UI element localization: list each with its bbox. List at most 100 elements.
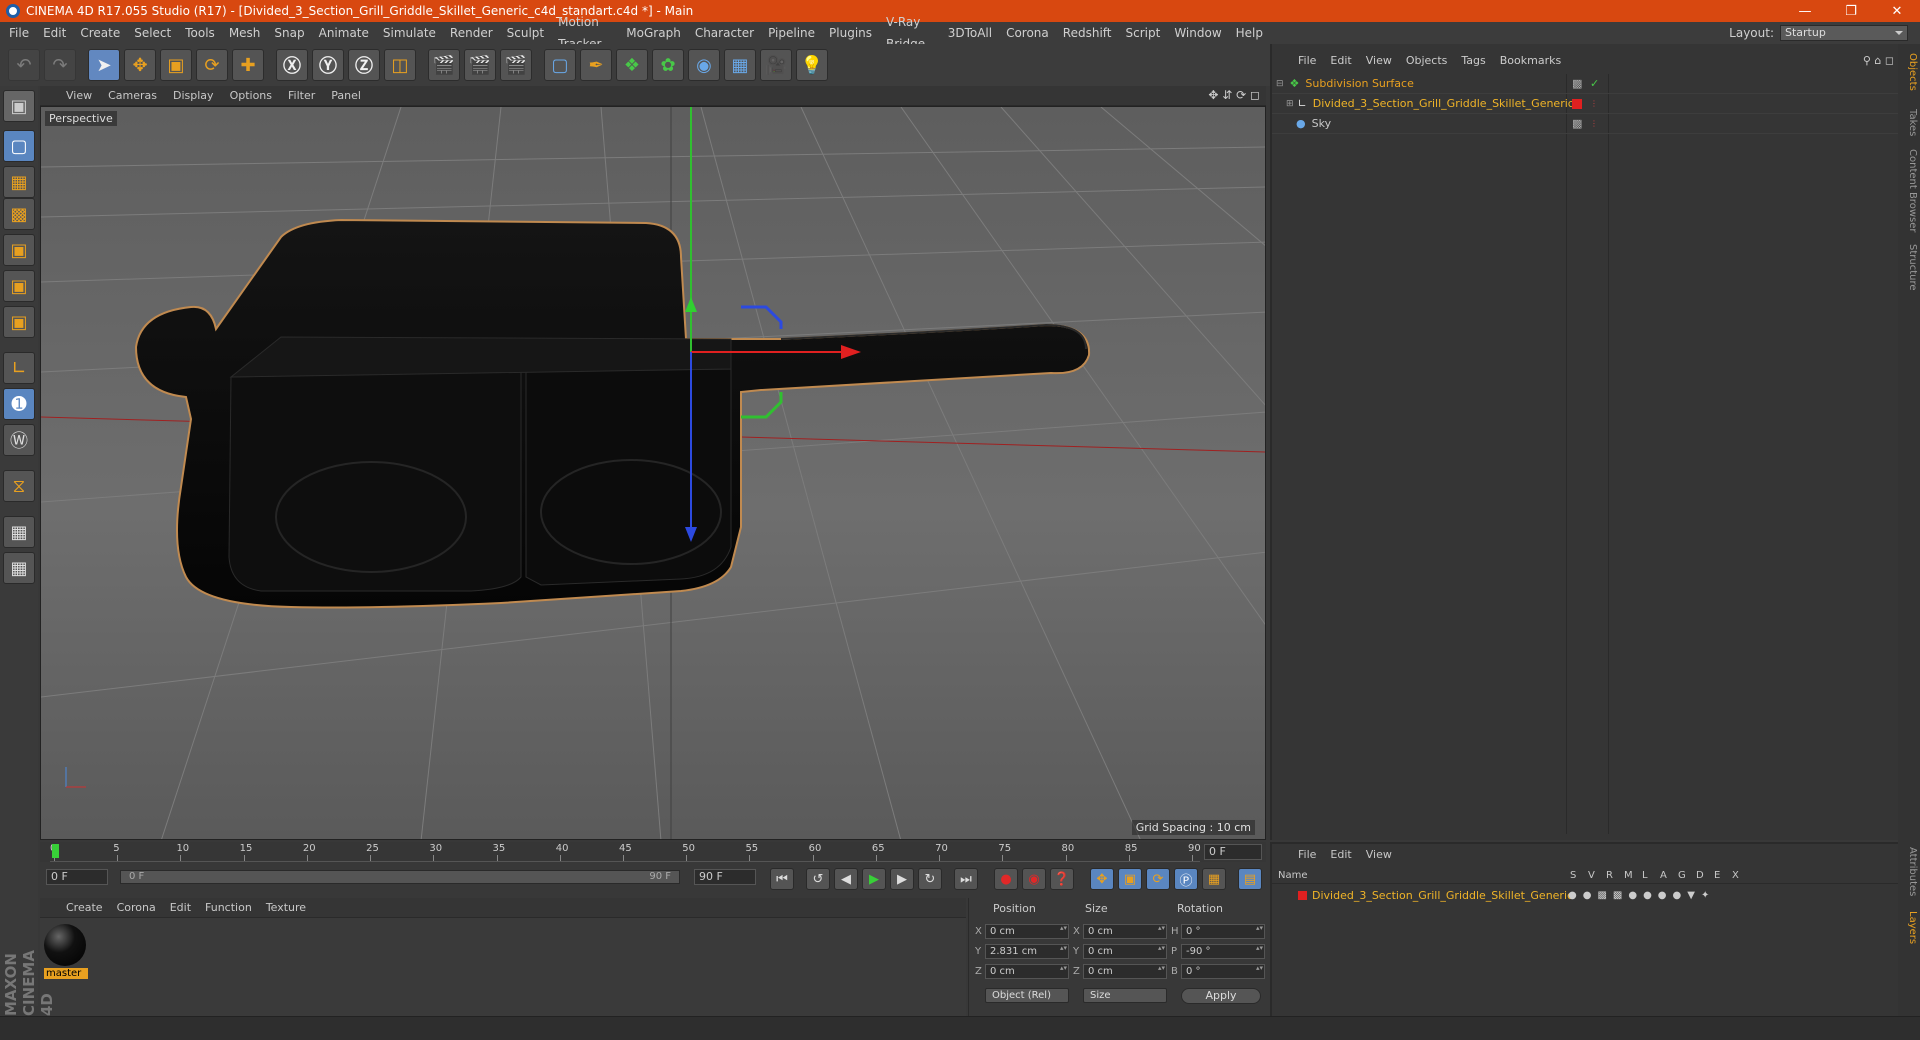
coordinate-system-icon[interactable]: ◫: [384, 49, 416, 81]
layer-col-l[interactable]: L: [1642, 870, 1648, 881]
tweak-mode-icon[interactable]: ➊: [3, 388, 35, 420]
undo-icon[interactable]: ↶: [8, 49, 40, 81]
size-x-field[interactable]: 0 cm: [1083, 924, 1167, 939]
material-menu-create[interactable]: Create: [66, 901, 103, 914]
render-picture-viewer-icon[interactable]: 🎬: [464, 49, 496, 81]
object-row-sky[interactable]: ● Sky ▩ ⋮: [1272, 114, 1900, 134]
tab-attributes[interactable]: Attributes: [1900, 844, 1918, 900]
viewport-menu-cameras[interactable]: Cameras: [108, 89, 157, 102]
menu-create[interactable]: Create: [73, 22, 127, 44]
edit-render-settings-icon[interactable]: 🎬: [500, 49, 532, 81]
menu-tools[interactable]: Tools: [178, 22, 222, 44]
menu-sculpt[interactable]: Sculpt: [500, 22, 551, 44]
menu-file[interactable]: File: [2, 22, 36, 44]
play-icon[interactable]: ▶: [862, 868, 886, 890]
cube-primitive-icon[interactable]: ▢: [544, 49, 576, 81]
x-axis-lock-icon[interactable]: Ⓧ: [276, 49, 308, 81]
layer-menu-edit[interactable]: Edit: [1330, 848, 1351, 861]
goto-start-icon[interactable]: ⏮: [770, 868, 794, 890]
layer-visibility-icon[interactable]: ▩: [1572, 77, 1582, 90]
recent-tool-icon[interactable]: ✚: [232, 49, 264, 81]
menu-animate[interactable]: Animate: [312, 22, 376, 44]
menu-3dtoall[interactable]: 3DToAll: [941, 22, 999, 44]
menu-redshift[interactable]: Redshift: [1056, 22, 1119, 44]
cloner-icon[interactable]: ✿: [652, 49, 684, 81]
viewport-menu-display[interactable]: Display: [173, 89, 214, 102]
viewport-menu-filter[interactable]: Filter: [288, 89, 315, 102]
end-frame-field[interactable]: 90 F: [694, 869, 756, 885]
size-mode-dropdown[interactable]: Size: [1083, 988, 1167, 1003]
floor-environment-icon[interactable]: ▦: [724, 49, 756, 81]
layer-col-s[interactable]: S: [1570, 870, 1576, 881]
coordinate-mode-dropdown[interactable]: Object (Rel): [985, 988, 1069, 1003]
collapse-icon[interactable]: ⊟: [1276, 79, 1284, 89]
layer-color-swatch[interactable]: [1298, 890, 1307, 900]
size-y-field[interactable]: 0 cm: [1083, 944, 1167, 959]
close-icon[interactable]: ✕: [1874, 0, 1920, 22]
key-rotation-icon[interactable]: ⟳: [1146, 868, 1170, 890]
tab-structure[interactable]: Structure: [1900, 242, 1918, 292]
layer-row[interactable]: Divided_3_Section_Grill_Griddle_Skillet_…: [1272, 886, 1898, 904]
model-mode-icon[interactable]: ▢: [3, 130, 35, 162]
current-frame-field[interactable]: 0 F: [1204, 844, 1262, 860]
make-editable-icon[interactable]: ▣: [3, 90, 35, 122]
redo-icon[interactable]: ↷: [44, 49, 76, 81]
record-keys-icon[interactable]: ●: [994, 868, 1018, 890]
pen-spline-icon[interactable]: ✒: [580, 49, 612, 81]
timeline-window-icon[interactable]: ▤: [1238, 868, 1262, 890]
menu-pipeline[interactable]: Pipeline: [761, 22, 822, 44]
layer-col-x[interactable]: X: [1732, 870, 1739, 881]
viewport-menu-options[interactable]: Options: [230, 89, 272, 102]
rotation-p-field[interactable]: -90 °: [1181, 944, 1265, 959]
tab-objects[interactable]: Objects: [1900, 52, 1918, 92]
layer-col-v[interactable]: V: [1588, 870, 1595, 881]
timeline-ruler[interactable]: 051015202530354045505560657075808590 0 F: [40, 842, 1266, 862]
object-menu-view[interactable]: View: [1366, 54, 1392, 67]
menu-corona[interactable]: Corona: [999, 22, 1056, 44]
next-key-icon[interactable]: ↻: [918, 868, 942, 890]
layer-col-g[interactable]: G: [1678, 870, 1686, 881]
magnet-icon[interactable]: ⧖: [3, 470, 35, 502]
rotation-b-field[interactable]: 0 °: [1181, 964, 1265, 979]
menu-mesh[interactable]: Mesh: [222, 22, 268, 44]
frame-range-slider[interactable]: 0 F 90 F: [120, 870, 680, 884]
material-menu-texture[interactable]: Texture: [266, 901, 306, 914]
menu-character[interactable]: Character: [688, 22, 761, 44]
snap-icon[interactable]: Ⓦ: [3, 424, 35, 456]
texture-mode-icon[interactable]: ▦: [3, 166, 35, 198]
subdivision-surface-icon[interactable]: ❖: [616, 49, 648, 81]
visibility-dots-icon[interactable]: ⋮: [1590, 99, 1598, 108]
goto-end-icon[interactable]: ⏭: [954, 868, 978, 890]
material-menu-corona[interactable]: Corona: [117, 901, 156, 914]
viewport-menu-view[interactable]: View: [66, 89, 92, 102]
select-arrow-icon[interactable]: ➤: [88, 49, 120, 81]
object-row-subdivision-surface[interactable]: ⊟ ❖ Subdivision Surface ▩ ✓: [1272, 74, 1900, 94]
layer-col-m[interactable]: M: [1624, 870, 1633, 881]
material-swatch-master[interactable]: master: [44, 924, 88, 982]
viewport-menu-panel[interactable]: Panel: [331, 89, 361, 102]
workplane-mode-icon[interactable]: ▩: [3, 198, 35, 230]
polygons-mode-icon[interactable]: ▣: [3, 306, 35, 338]
layer-col-e[interactable]: E: [1714, 870, 1720, 881]
start-frame-field[interactable]: 0 F: [46, 869, 108, 885]
restore-icon[interactable]: ❐: [1828, 0, 1874, 22]
apply-button[interactable]: Apply: [1181, 988, 1261, 1004]
planar-workplane-icon[interactable]: ▦: [3, 552, 35, 584]
menu-mograph[interactable]: MoGraph: [619, 22, 688, 44]
material-menu-edit[interactable]: Edit: [170, 901, 191, 914]
layer-col-name[interactable]: Name: [1278, 870, 1308, 881]
locked-workplane-icon[interactable]: ▦: [3, 516, 35, 548]
size-z-field[interactable]: 0 cm: [1083, 964, 1167, 979]
layer-col-a[interactable]: A: [1660, 870, 1667, 881]
layer-visibility-icon[interactable]: ▩: [1572, 117, 1582, 130]
playhead[interactable]: [52, 844, 59, 858]
menu-script[interactable]: Script: [1119, 22, 1168, 44]
layout-dropdown[interactable]: Startup: [1780, 25, 1908, 41]
auto-keying-icon[interactable]: ◉: [1022, 868, 1046, 890]
render-view-icon[interactable]: 🎬: [428, 49, 460, 81]
key-scale-icon[interactable]: ▣: [1118, 868, 1142, 890]
y-axis-lock-icon[interactable]: Ⓨ: [312, 49, 344, 81]
object-menu-file[interactable]: File: [1298, 54, 1316, 67]
menu-window[interactable]: Window: [1167, 22, 1228, 44]
menu-select[interactable]: Select: [127, 22, 178, 44]
